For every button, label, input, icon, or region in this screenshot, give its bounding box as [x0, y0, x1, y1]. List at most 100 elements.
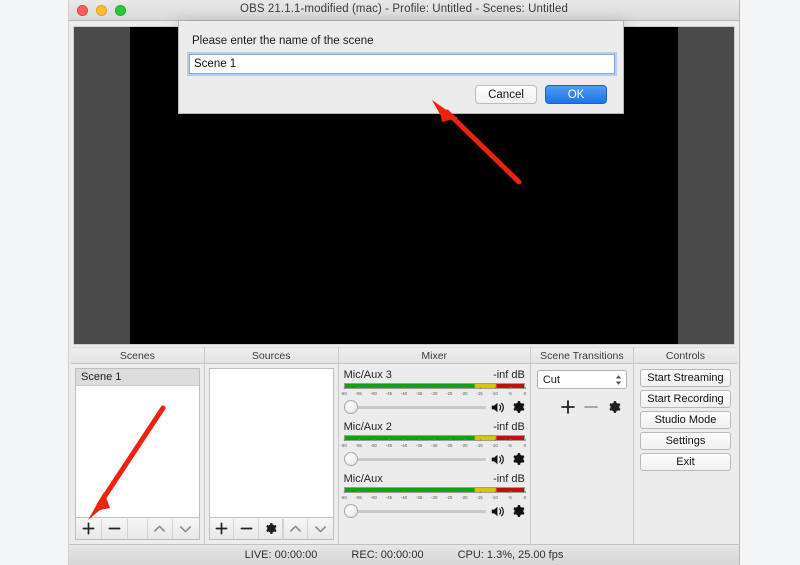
- scenes-list[interactable]: Scene 1: [75, 368, 200, 518]
- meter-tick: -50: [371, 491, 377, 502]
- volume-slider-track: [343, 458, 486, 461]
- meter-tick: -5: [508, 439, 512, 450]
- meter-tick: -35: [416, 491, 422, 502]
- audio-settings-button[interactable]: [511, 400, 525, 414]
- audio-settings-button[interactable]: [511, 452, 525, 466]
- chevron-up-icon: [154, 525, 166, 532]
- volume-slider[interactable]: [343, 452, 486, 466]
- speaker-icon: [491, 506, 504, 516]
- remove-scene-button[interactable]: [102, 518, 128, 539]
- meter-tick: -35: [416, 387, 422, 398]
- mixer-channel-level: -inf dB: [493, 421, 525, 433]
- dock-sources: Sources: [204, 347, 339, 544]
- remove-transition-button[interactable]: [584, 400, 598, 419]
- volume-slider[interactable]: [343, 504, 486, 518]
- add-scene-button[interactable]: [76, 518, 102, 539]
- start-streaming-button[interactable]: Start Streaming: [639, 369, 731, 387]
- meter-tick: -15: [476, 439, 483, 450]
- meter-tick: -50: [371, 439, 377, 450]
- meter-tick: -30: [431, 439, 437, 450]
- status-live: LIVE: 00:00:00: [244, 549, 318, 561]
- studio-mode-button[interactable]: Studio Mode: [639, 411, 731, 429]
- move-source-down-button[interactable]: [308, 519, 333, 539]
- gear-icon: [609, 401, 621, 413]
- meter-tick: -20: [461, 439, 468, 450]
- list-item[interactable]: Scene 1: [76, 369, 199, 386]
- volume-slider-knob[interactable]: [343, 452, 358, 466]
- minus-icon: [108, 527, 121, 530]
- mixer-channel: Mic/Aux 2 -inf dB -60 -55 -50 -45 -40 -35 -30 -25…: [340, 421, 526, 466]
- minus-icon: [584, 406, 598, 408]
- transition-select[interactable]: Cut: [536, 370, 627, 389]
- transitions-body: Cut: [531, 364, 633, 425]
- meter-tick: -60: [340, 491, 347, 502]
- meter-tick: -5: [508, 491, 512, 502]
- dock-title-mixer: Mixer: [338, 347, 530, 364]
- mixer-controls: [343, 452, 525, 466]
- audio-meter-scale: -60 -55 -50 -45 -40 -35 -30 -25 -20 -15 -10 -5 0: [340, 439, 526, 450]
- gear-icon: [266, 523, 277, 534]
- dock-controls: Controls Start Streaming Start Recording…: [633, 347, 737, 544]
- move-source-up-button[interactable]: [283, 518, 309, 539]
- mixer-channel-level: -inf dB: [493, 473, 525, 485]
- add-source-button[interactable]: [210, 518, 235, 539]
- transition-properties-button[interactable]: [607, 400, 621, 419]
- gear-icon: [513, 505, 525, 517]
- plus-icon: [82, 522, 95, 535]
- volume-slider-track: [343, 406, 486, 409]
- status-cpu: CPU: 1.3%, 25.00 fps: [457, 549, 564, 561]
- chevron-up-icon: [290, 525, 302, 532]
- meter-tick: -35: [416, 439, 422, 450]
- volume-slider-track: [343, 510, 486, 513]
- sources-list[interactable]: [208, 368, 334, 518]
- audio-settings-button[interactable]: [511, 504, 525, 518]
- dock-scene-transitions: Scene Transitions Cut: [530, 347, 634, 544]
- meter-tick: -40: [401, 439, 407, 450]
- meter-tick: -10: [491, 491, 498, 502]
- meter-tick: -60: [340, 387, 347, 398]
- start-recording-button[interactable]: Start Recording: [639, 390, 731, 408]
- sources-toolbar: [208, 518, 334, 540]
- move-scene-down-button[interactable]: [173, 519, 199, 539]
- meter-tick: -15: [476, 387, 483, 398]
- dock-title-controls: Controls: [633, 347, 737, 364]
- mixer-controls: [343, 504, 525, 518]
- meter-tick: -50: [371, 387, 377, 398]
- remove-source-button[interactable]: [234, 518, 259, 539]
- volume-slider-knob[interactable]: [343, 504, 358, 518]
- plus-icon: [561, 400, 575, 414]
- meter-tick: -40: [401, 387, 407, 398]
- source-properties-button[interactable]: [259, 518, 284, 539]
- mixer-channel-header: Mic/Aux 2 -inf dB: [344, 421, 525, 433]
- meter-tick: 0: [524, 491, 526, 502]
- window-title: OBS 21.1.1-modified (mac) - Profile: Unt…: [240, 3, 568, 15]
- settings-button[interactable]: Settings: [639, 432, 731, 450]
- meter-tick: -55: [356, 439, 362, 450]
- cancel-button[interactable]: Cancel: [475, 85, 537, 104]
- dialog-prompt: Please enter the name of the scene: [192, 35, 374, 47]
- meter-tick: -25: [446, 491, 453, 502]
- mute-button[interactable]: [491, 505, 506, 518]
- add-transition-button[interactable]: [561, 400, 575, 419]
- mute-button[interactable]: [491, 453, 506, 466]
- volume-slider[interactable]: [343, 400, 486, 414]
- volume-slider-knob[interactable]: [343, 400, 358, 414]
- ok-button[interactable]: OK: [545, 85, 607, 104]
- dialog-buttons: Cancel OK: [475, 85, 607, 104]
- dock-title-scenes: Scenes: [71, 347, 204, 364]
- scenes-toolbar: [75, 518, 200, 540]
- controls-body: Start Streaming Start Recording Studio M…: [634, 364, 737, 476]
- mixer-channel: Mic/Aux 3 -inf dB -60 -55 -50 -45 -40 -35 -30 -25…: [340, 369, 526, 414]
- meter-tick: -10: [491, 439, 498, 450]
- exit-button[interactable]: Exit: [639, 453, 731, 471]
- mixer-controls: [343, 400, 525, 414]
- meter-tick: -15: [476, 491, 483, 502]
- move-scene-up-button[interactable]: [146, 518, 173, 539]
- meter-tick: 0: [524, 439, 526, 450]
- meter-tick: -20: [461, 491, 468, 502]
- meter-tick: -10: [491, 387, 498, 398]
- dock-row: Scenes Scene 1 Sources Mixer Mic/Aux 3 -…: [69, 347, 739, 544]
- scene-name-input[interactable]: [189, 54, 615, 74]
- mute-button[interactable]: [491, 401, 506, 414]
- chevron-down-icon: [314, 525, 326, 532]
